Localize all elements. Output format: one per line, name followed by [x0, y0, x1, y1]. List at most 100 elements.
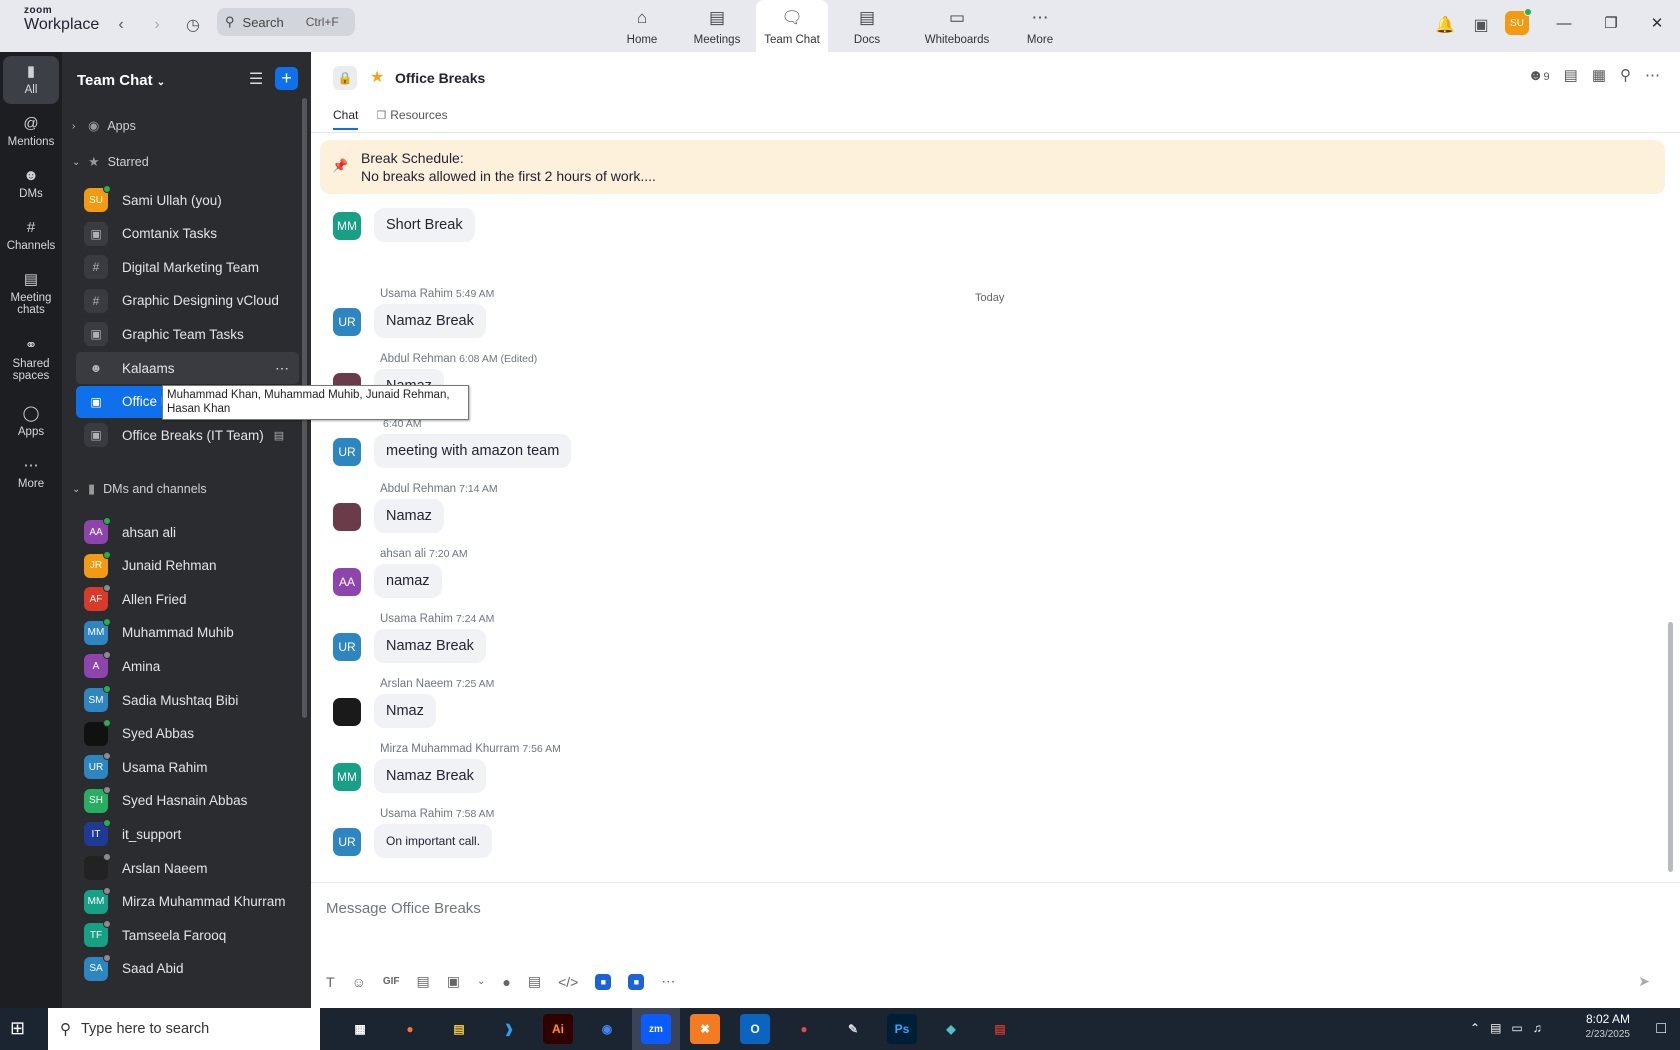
- section-apps[interactable]: › ◉ Apps: [72, 115, 136, 137]
- taskbar-search[interactable]: ⚲ Type here to search: [48, 1008, 320, 1050]
- dm-item[interactable]: MM Muhammad Muhib: [76, 617, 299, 649]
- message-item[interactable]: Abdul Rehman 7:14 AM Namaz: [333, 481, 1033, 541]
- filter-icon[interactable]: ☰: [245, 68, 267, 90]
- sender-avatar[interactable]: UR: [333, 438, 361, 466]
- rail-item-apps[interactable]: ◯ Apps: [3, 398, 59, 446]
- sidebar-item[interactable]: SU Sami Ullah (you): [76, 184, 299, 216]
- app-icon[interactable]: ■: [595, 973, 612, 990]
- rail-item-more[interactable]: ⋯ More: [3, 450, 59, 498]
- more-options-icon[interactable]: ⋯: [1645, 66, 1660, 84]
- rail-item-channels[interactable]: # Channels: [3, 212, 59, 260]
- add-button[interactable]: +: [275, 67, 298, 90]
- message-bubble[interactable]: Namaz Break: [374, 304, 486, 338]
- message-item[interactable]: Arslan Naeem 7:25 AM Nmaz: [333, 676, 1033, 736]
- dm-item[interactable]: MM Mirza Muhammad Khurram: [76, 886, 299, 918]
- code-icon[interactable]: </>: [558, 974, 578, 990]
- xampp-icon[interactable]: ✖: [690, 1014, 720, 1044]
- vscode-icon[interactable]: ❱: [494, 1014, 524, 1044]
- screenshot-icon[interactable]: ▣: [447, 973, 460, 990]
- chevron-up-icon[interactable]: ⌃: [1470, 1021, 1480, 1035]
- message-item[interactable]: MM Short Break: [333, 194, 1033, 250]
- rail-item-all[interactable]: ▮ All: [3, 56, 59, 104]
- message-bubble[interactable]: namaz: [374, 564, 442, 598]
- dm-item[interactable]: Syed Abbas: [76, 718, 299, 750]
- calendar-icon[interactable]: ▦: [1592, 66, 1606, 84]
- gift-icon[interactable]: ▣: [1468, 12, 1494, 38]
- message-item[interactable]: UR 6:40 AM meeting with amazon team: [333, 416, 1033, 476]
- sidebar-item[interactable]: # Graphic Designing vCloud: [76, 285, 299, 317]
- dm-item[interactable]: Arslan Naeem: [76, 852, 299, 884]
- microphone-icon[interactable]: ●: [502, 974, 510, 990]
- pen-tool-icon[interactable]: ✎: [838, 1014, 868, 1044]
- chat-scrollbar[interactable]: [1668, 622, 1673, 872]
- search-input[interactable]: ⚲ Search Ctrl+F: [217, 8, 355, 36]
- history-icon[interactable]: ◷: [180, 12, 206, 38]
- notification-bell-icon[interactable]: 🔔: [1432, 12, 1458, 38]
- clips-icon[interactable]: ■: [628, 973, 645, 990]
- forward-arrow-icon[interactable]: ›: [144, 12, 170, 38]
- message-item[interactable]: UR Usama Rahim 7:24 AM Namaz Break: [333, 611, 1033, 671]
- sidebar-item[interactable]: # Digital Marketing Team: [76, 251, 299, 283]
- message-item[interactable]: AA ahsan ali 7:20 AM namaz: [333, 546, 1033, 606]
- section-dms-channels[interactable]: ⌄ ▮ DMs and channels: [72, 478, 207, 500]
- star-icon[interactable]: ★: [370, 67, 384, 87]
- tab-team-chat[interactable]: 🗨 Team Chat: [756, 0, 828, 52]
- sidebar-item[interactable]: ▣ Comtanix Tasks: [76, 218, 299, 250]
- rail-item-dms[interactable]: ☻ DMs: [3, 160, 59, 208]
- sender-avatar[interactable]: UR: [333, 633, 361, 661]
- message-item[interactable]: MM Mirza Muhammad Khurram 7:56 AM Namaz Bre…: [333, 741, 1033, 801]
- sender-avatar[interactable]: AA: [333, 568, 361, 596]
- tab-resources[interactable]: ❐ Resources: [376, 108, 447, 130]
- firefox-icon[interactable]: ●: [395, 1014, 425, 1044]
- channel-title[interactable]: Office Breaks: [395, 70, 485, 86]
- illustrator-icon[interactable]: Ai: [543, 1014, 573, 1044]
- message-bubble[interactable]: Nmaz: [374, 694, 436, 728]
- text-format-icon[interactable]: T: [326, 974, 335, 990]
- rail-item-mentions[interactable]: @ Mentions: [3, 108, 59, 156]
- emoji-icon[interactable]: ☺: [352, 974, 366, 990]
- send-icon[interactable]: ➤: [1638, 973, 1650, 990]
- dm-item[interactable]: AF Allen Fried: [76, 583, 299, 615]
- pinned-message[interactable]: 📌 Break Schedule: No breaks allowed in t…: [320, 140, 1665, 194]
- tab-docs[interactable]: ▤ Docs: [831, 0, 903, 52]
- message-item[interactable]: UR Usama Rahim 7:58 AM On important call.: [333, 806, 1033, 866]
- dm-item[interactable]: TF Tamseela Farooq: [76, 919, 299, 951]
- dm-item[interactable]: A Amina: [76, 650, 299, 682]
- tab-home[interactable]: ⌂ Home: [606, 0, 678, 52]
- message-bubble[interactable]: Short Break: [374, 208, 475, 242]
- user-avatar[interactable]: SU: [1505, 8, 1532, 35]
- rail-item-meeting-chats[interactable]: ▤ Meeting chats: [3, 266, 59, 322]
- creative-cloud-icon[interactable]: ●: [789, 1014, 819, 1044]
- dm-item[interactable]: AA ahsan ali: [76, 516, 299, 548]
- close-icon[interactable]: ✕: [1643, 10, 1671, 36]
- minimize-icon[interactable]: —: [1550, 10, 1578, 36]
- notification-center-icon[interactable]: □: [1656, 1020, 1666, 1038]
- file-icon[interactable]: ▤: [417, 973, 430, 990]
- sidebar-item[interactable]: ▣ Graphic Team Tasks: [76, 318, 299, 350]
- dm-item[interactable]: UR Usama Rahim: [76, 751, 299, 783]
- clock[interactable]: 8:02 AM 2/23/2025: [1586, 1012, 1631, 1041]
- video-call-icon[interactable]: ▤: [1564, 66, 1578, 84]
- chrome-icon[interactable]: ◉: [592, 1014, 622, 1044]
- section-starred[interactable]: ⌄ ★ Starred: [72, 151, 149, 173]
- sender-avatar[interactable]: [333, 698, 361, 726]
- message-bubble[interactable]: Namaz Break: [374, 629, 486, 663]
- back-arrow-icon[interactable]: ‹: [108, 12, 134, 38]
- dm-item[interactable]: SM Sadia Mushtaq Bibi: [76, 684, 299, 716]
- tab-whiteboards[interactable]: ▭ Whiteboards: [917, 0, 997, 52]
- message-bubble[interactable]: Namaz Break: [374, 759, 486, 793]
- dm-item[interactable]: IT it_support: [76, 818, 299, 850]
- sidebar-title[interactable]: Team Chat ⌄: [77, 72, 165, 89]
- sidebar-item[interactable]: ▣ Office Breaks (IT Team) ▤: [76, 419, 299, 451]
- more-options-icon[interactable]: ⋯: [275, 360, 289, 377]
- dm-item[interactable]: JR Junaid Rehman: [76, 550, 299, 582]
- message-item[interactable]: UR Usama Rahim 5:49 AM Namaz Break: [333, 286, 1033, 346]
- sender-avatar[interactable]: MM: [333, 763, 361, 791]
- video-message-icon[interactable]: ▤: [528, 973, 541, 990]
- tab-meetings[interactable]: ▤ Meetings: [681, 0, 753, 52]
- tab-more[interactable]: ⋯ More: [1004, 0, 1076, 52]
- more-icon[interactable]: ⋯: [661, 973, 675, 990]
- gif-button[interactable]: GIF: [383, 976, 400, 987]
- dm-item[interactable]: SA Saad Abid: [76, 953, 299, 985]
- windows-start-icon[interactable]: ⊞: [10, 1018, 25, 1039]
